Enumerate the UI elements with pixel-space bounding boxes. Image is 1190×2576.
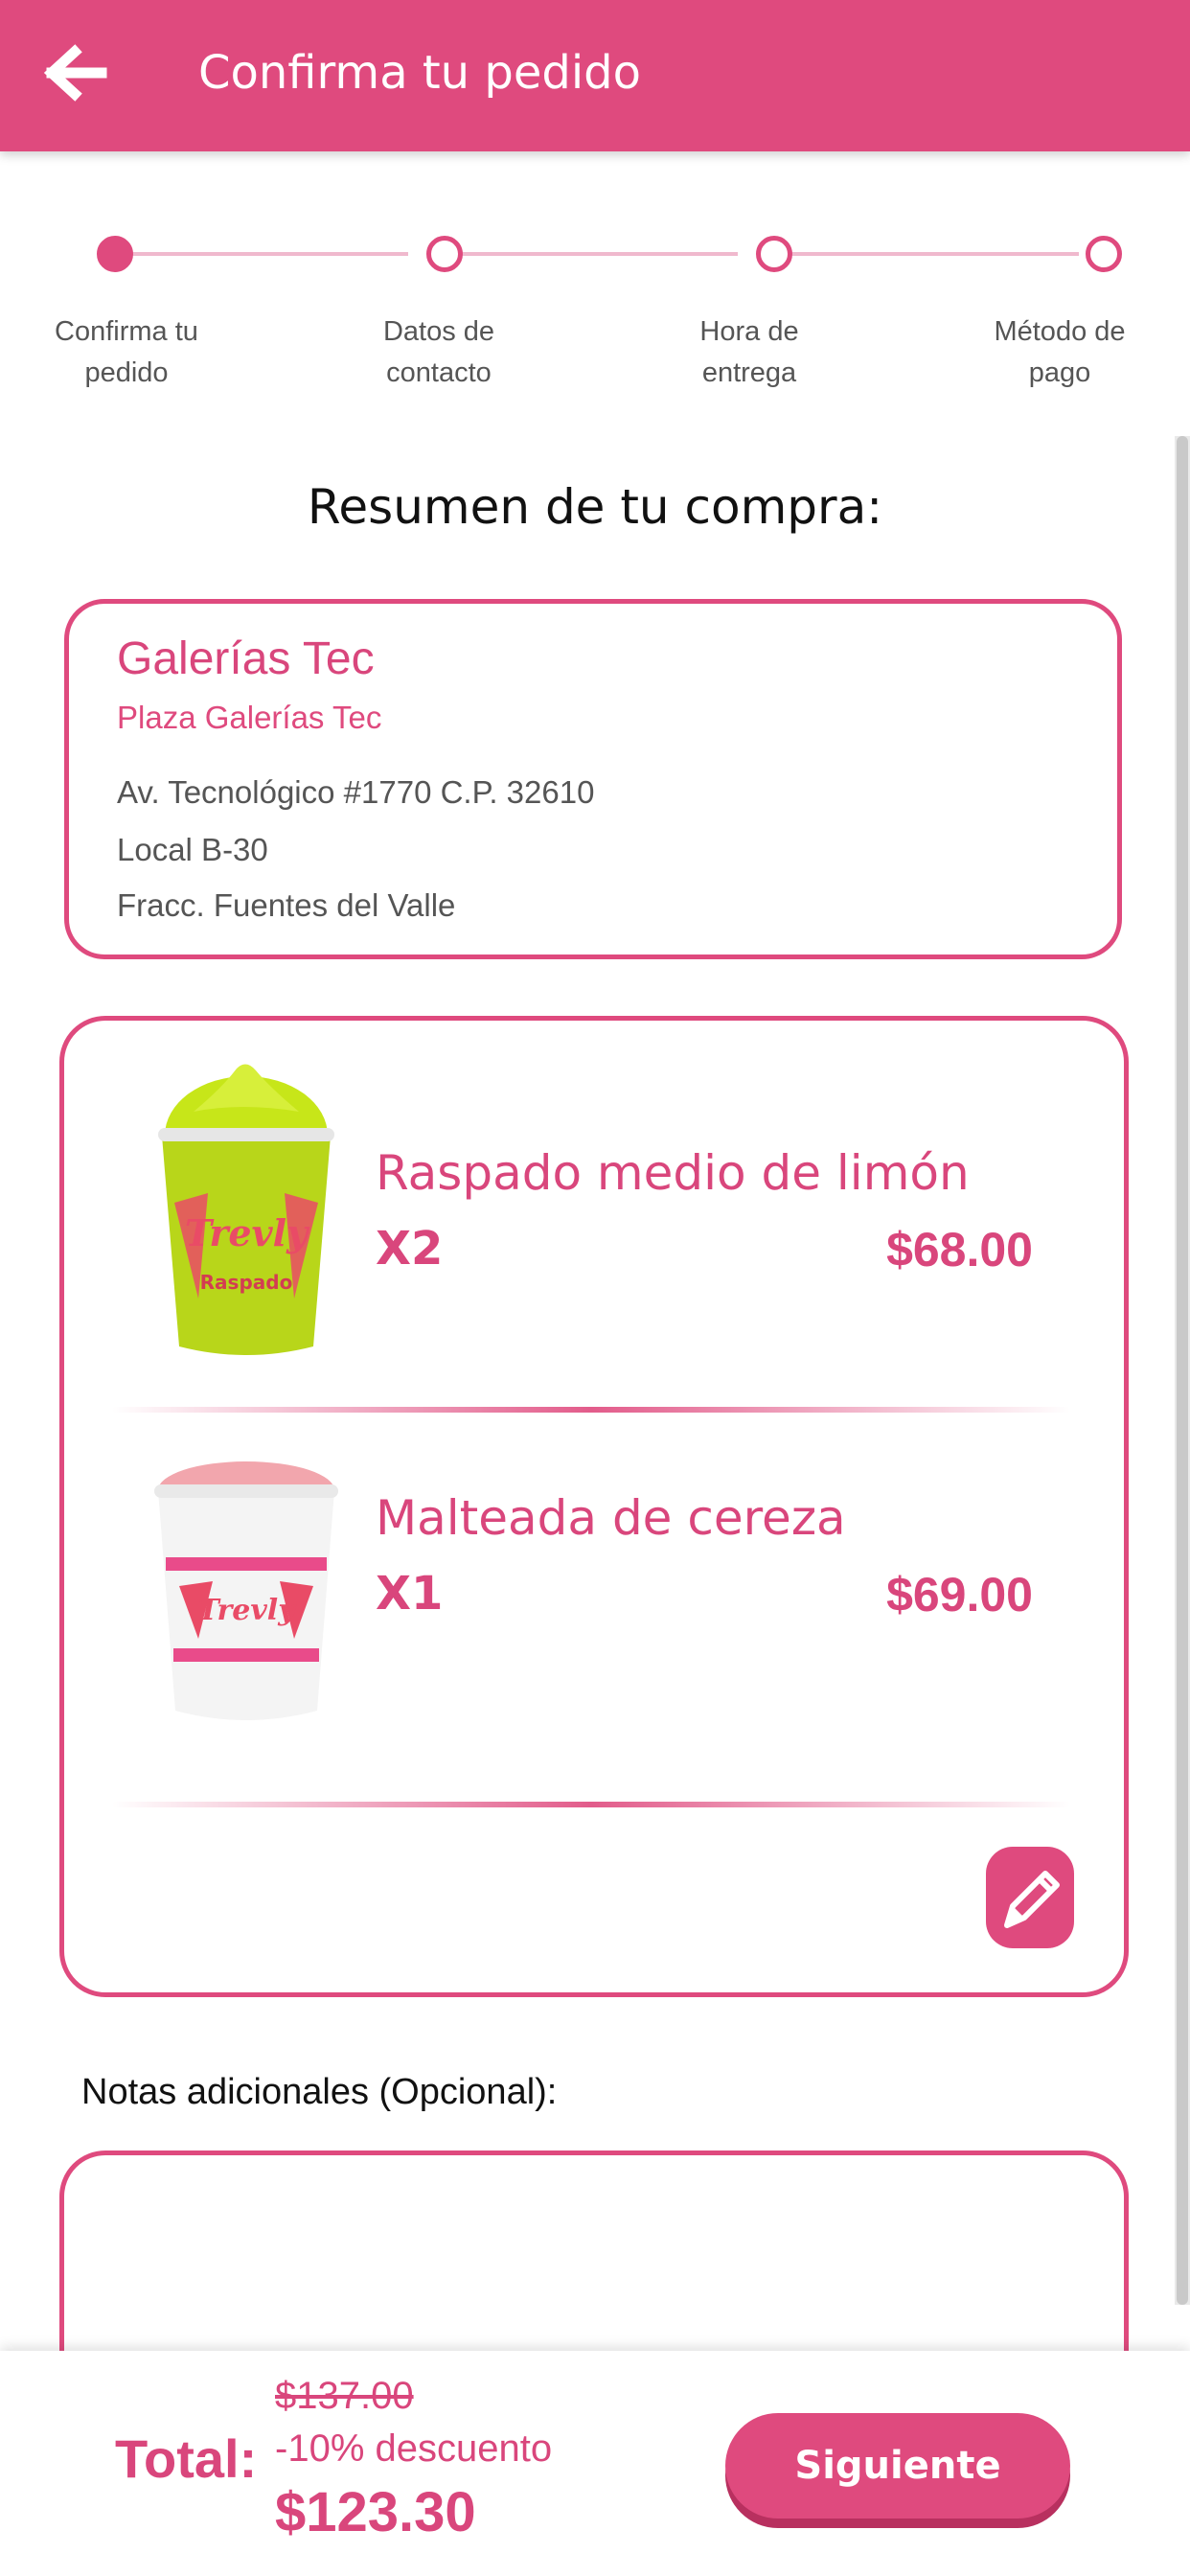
step-connector bbox=[132, 252, 408, 256]
step-label-delivery-time: Hora de entrega bbox=[699, 316, 799, 388]
order-item: Trevly Malteada de cereza X1 $69.00 bbox=[64, 1452, 1124, 1816]
discount-text: -10% descuento bbox=[275, 2427, 553, 2470]
scrollbar-thumb[interactable] bbox=[1177, 436, 1188, 2305]
lime-raspado-image: Trevly Raspado bbox=[158, 1064, 334, 1355]
checkout-footer: Total: $137.00 -10% descuento $123.30 Si… bbox=[0, 2351, 1190, 2576]
next-button[interactable]: Siguiente bbox=[725, 2413, 1070, 2518]
store-card: Galerías Tec Plaza Galerías Tec Av. Tecn… bbox=[64, 599, 1122, 959]
back-button[interactable] bbox=[38, 34, 115, 111]
step-dot-contact bbox=[426, 236, 463, 272]
item-price: $68.00 bbox=[886, 1223, 1033, 1276]
store-plaza: Plaza Galerías Tec bbox=[117, 700, 382, 735]
svg-text:Raspado: Raspado bbox=[200, 1271, 293, 1294]
item-price: $69.00 bbox=[886, 1568, 1033, 1622]
step-dot-delivery-time bbox=[756, 236, 792, 272]
step-label-confirm: Confirma tu pedido bbox=[55, 316, 198, 388]
item-name: Malteada de cereza bbox=[376, 1490, 846, 1546]
step-label-payment: Método de pago bbox=[994, 316, 1126, 388]
original-price: $137.00 bbox=[275, 2375, 414, 2417]
step-connector bbox=[462, 252, 738, 256]
step-connector bbox=[791, 252, 1079, 256]
order-item: Trevly Raspado Raspado medio de limón X2… bbox=[64, 1059, 1124, 1423]
item-divider bbox=[112, 1802, 1070, 1807]
step-dot-confirm bbox=[97, 236, 133, 272]
arrow-left-icon bbox=[43, 44, 107, 102]
item-quantity: X1 bbox=[376, 1567, 444, 1621]
store-address-line: Fracc. Fuentes del Valle bbox=[117, 887, 456, 923]
item-divider bbox=[112, 1407, 1070, 1413]
app-header: Confirma tu pedido bbox=[0, 0, 1190, 151]
step-dot-payment bbox=[1086, 236, 1122, 272]
store-name: Galerías Tec bbox=[117, 633, 375, 684]
notes-label: Notas adicionales (Opcional): bbox=[81, 2072, 558, 2112]
svg-text:Trevly: Trevly bbox=[197, 1594, 297, 1627]
item-quantity: X2 bbox=[376, 1222, 444, 1276]
total-label: Total: bbox=[115, 2428, 258, 2489]
page-title: Confirma tu pedido bbox=[198, 46, 641, 100]
pencil-icon bbox=[1004, 1871, 1060, 1928]
order-items-card: Trevly Raspado Raspado medio de limón X2… bbox=[59, 1016, 1129, 1997]
cherry-malteada-image: Trevly bbox=[154, 1461, 338, 1720]
store-address-line: Av. Tecnológico #1770 C.P. 32610 bbox=[117, 774, 595, 810]
final-price: $123.30 bbox=[275, 2481, 476, 2543]
step-label-contact: Datos de contacto bbox=[382, 316, 495, 388]
store-address-line: Local B-30 bbox=[117, 832, 268, 867]
edit-order-button[interactable] bbox=[986, 1847, 1074, 1948]
summary-title: Resumen de tu compra: bbox=[307, 479, 883, 535]
item-name: Raspado medio de limón bbox=[376, 1145, 970, 1201]
svg-text:Trevly: Trevly bbox=[185, 1211, 310, 1254]
